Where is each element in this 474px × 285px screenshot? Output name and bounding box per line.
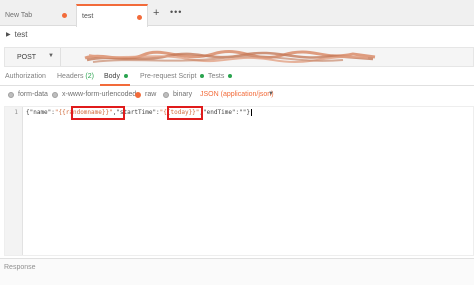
option-form-data[interactable]: form-data bbox=[8, 91, 48, 98]
response-panel: Response bbox=[0, 258, 474, 285]
chevron-down-icon[interactable]: ▼ bbox=[268, 91, 274, 97]
option-label: form-data bbox=[18, 91, 48, 98]
tab-body-label: Body bbox=[104, 73, 120, 80]
url-bar: POST ▼ bbox=[4, 47, 474, 67]
tab-pre-request-label: Pre-request Script bbox=[140, 73, 197, 80]
tab-new-tab[interactable]: New Tab bbox=[0, 4, 72, 26]
content-type-select[interactable]: JSON (application/json) bbox=[200, 91, 274, 98]
tab-body[interactable]: Body bbox=[104, 73, 128, 80]
body-type-options: form-data x-www-form-urlencoded raw bina… bbox=[0, 89, 474, 103]
line-gutter: 1 bbox=[5, 107, 23, 255]
option-urlencoded[interactable]: x-www-form-urlencoded bbox=[52, 91, 136, 98]
tab-headers-label: Headers bbox=[57, 73, 84, 80]
redacted-url-scribble[interactable] bbox=[83, 49, 383, 67]
tab-test[interactable]: test bbox=[76, 4, 148, 27]
code-line[interactable]: {"name":"{{randomname}}","startTime":"{{… bbox=[26, 106, 252, 137]
pre-request-dot-icon bbox=[200, 74, 205, 79]
method-select[interactable]: POST ▼ bbox=[5, 48, 61, 66]
unsaved-dot-icon bbox=[62, 13, 67, 18]
chevron-down-icon: ▼ bbox=[48, 53, 54, 59]
active-tab-indicator bbox=[100, 84, 130, 86]
request-name: test bbox=[14, 30, 28, 39]
more-tabs-button[interactable]: ••• bbox=[170, 7, 182, 17]
text-cursor bbox=[251, 109, 252, 116]
tab-authorization[interactable]: Authorization bbox=[5, 73, 46, 80]
tab-bar: New Tab test + ••• bbox=[0, 0, 474, 27]
radio-icon bbox=[163, 91, 169, 98]
radio-selected-icon bbox=[135, 91, 141, 98]
tab-pre-request-script[interactable]: Pre-request Script bbox=[140, 73, 205, 80]
code-suffix: ,"endTime":""} bbox=[199, 109, 250, 116]
caret-right-icon: ▶ bbox=[6, 32, 11, 38]
highlight-box-randomname bbox=[71, 106, 125, 120]
option-label: binary bbox=[173, 91, 193, 98]
tab-headers[interactable]: Headers (2) bbox=[57, 73, 94, 80]
tab-label: New Tab bbox=[5, 11, 33, 19]
radio-icon bbox=[8, 91, 14, 98]
response-label: Response bbox=[4, 264, 36, 271]
tab-tests[interactable]: Tests bbox=[208, 73, 233, 80]
body-editor[interactable]: 1 {"name":"{{randomname}}","startTime":"… bbox=[4, 106, 474, 256]
line-number: 1 bbox=[14, 109, 18, 116]
option-raw[interactable]: raw bbox=[135, 91, 156, 98]
request-name-breadcrumb[interactable]: ▶ test bbox=[6, 30, 28, 39]
headers-count-badge: (2) bbox=[85, 73, 94, 80]
method-label: POST bbox=[17, 53, 37, 61]
add-tab-button[interactable]: + bbox=[153, 8, 159, 19]
tab-tests-label: Tests bbox=[208, 73, 225, 80]
radio-icon bbox=[52, 91, 58, 98]
tests-dot-icon bbox=[228, 74, 233, 79]
highlight-box-today bbox=[167, 106, 203, 120]
code-prefix: {"name": bbox=[26, 109, 55, 116]
option-label: x-www-form-urlencoded bbox=[62, 91, 137, 98]
tab-label: test bbox=[82, 13, 94, 20]
option-binary[interactable]: binary bbox=[163, 91, 192, 98]
request-tabs: Authorization Headers (2) Body Pre-reque… bbox=[0, 70, 474, 86]
body-set-dot-icon bbox=[123, 74, 128, 79]
unsaved-dot-icon bbox=[137, 15, 142, 20]
option-label: raw bbox=[145, 91, 157, 98]
